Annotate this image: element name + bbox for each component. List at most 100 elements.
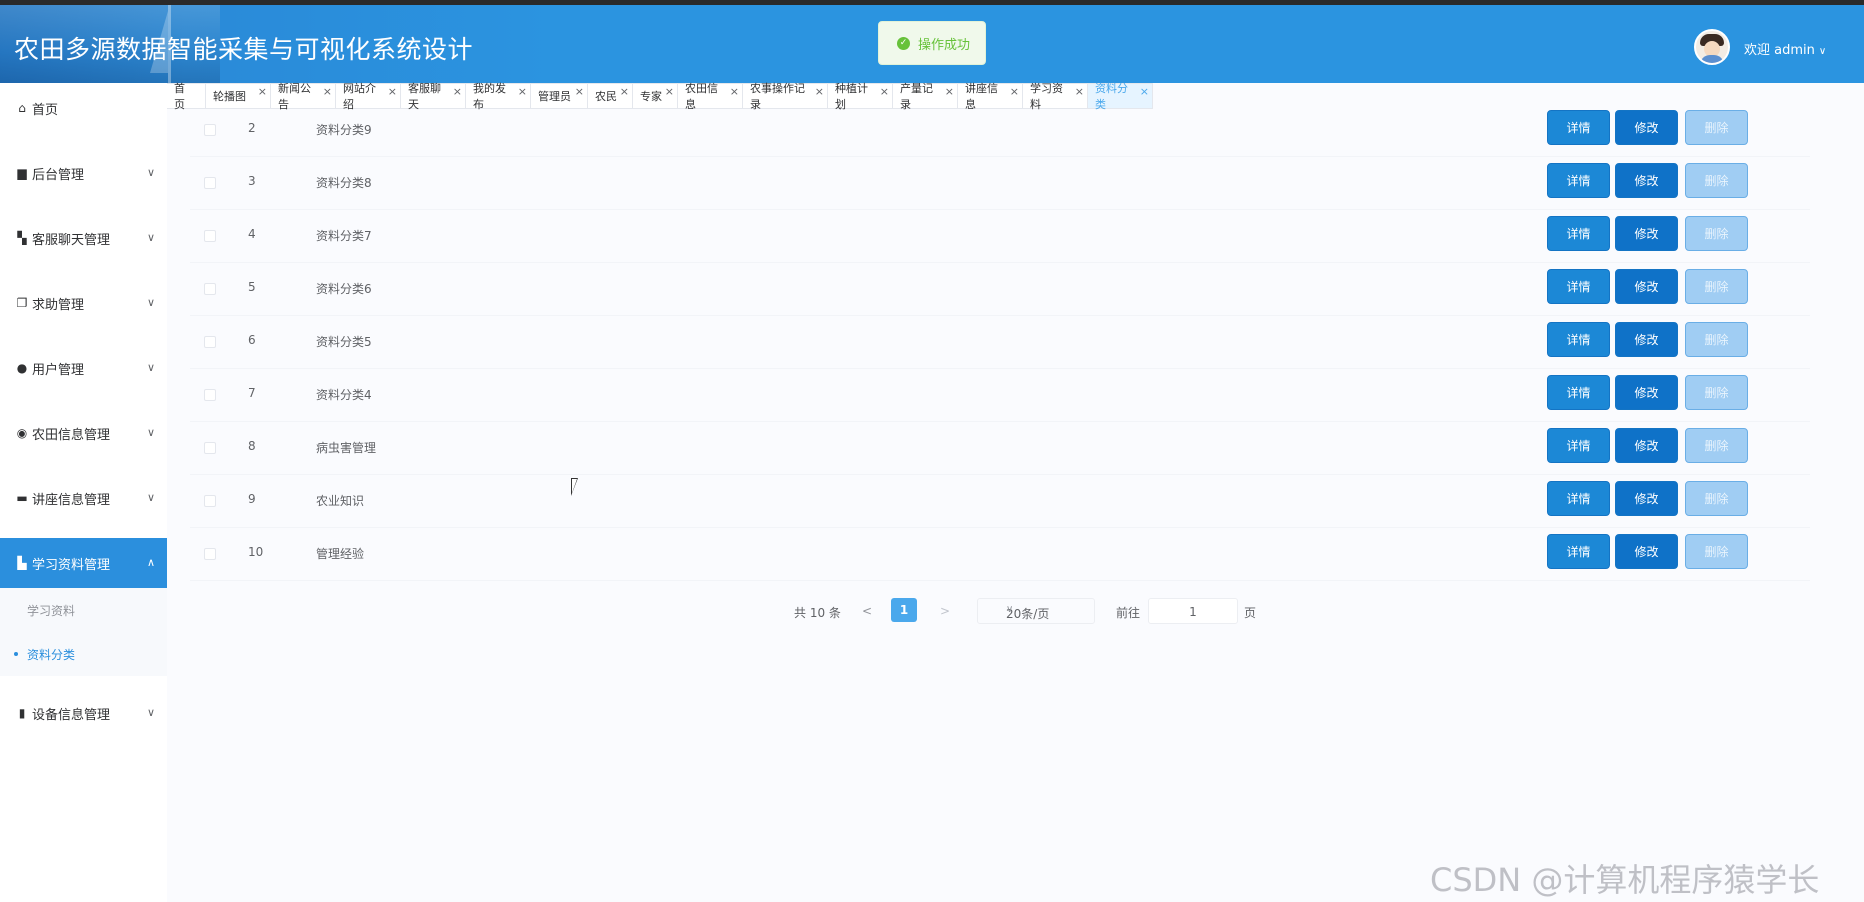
detail-button[interactable]: 详情: [1547, 216, 1610, 251]
tab-label: 管理员: [538, 90, 571, 103]
edit-button[interactable]: 修改: [1615, 322, 1678, 357]
page-size-select[interactable]: 20条/页 ∨: [977, 598, 1095, 624]
sidebar-item-lectures[interactable]: ▬ 讲座信息管理 ∨: [0, 473, 167, 523]
tab-label: 轮播图: [213, 90, 246, 103]
edit-button[interactable]: 修改: [1615, 110, 1678, 145]
close-icon[interactable]: ×: [388, 85, 397, 98]
row-index: 6: [248, 333, 256, 347]
close-icon[interactable]: ×: [1010, 85, 1019, 98]
close-icon[interactable]: ×: [453, 85, 462, 98]
close-icon[interactable]: ×: [665, 85, 674, 98]
edit-button[interactable]: 修改: [1615, 216, 1678, 251]
close-icon[interactable]: ×: [323, 85, 332, 98]
home-icon: ⌂: [18, 101, 26, 115]
row-checkbox[interactable]: [204, 336, 216, 348]
briefcase-icon: ▬: [16, 491, 28, 505]
detail-button[interactable]: 详情: [1547, 269, 1610, 304]
row-index: 9: [248, 492, 256, 506]
detail-button[interactable]: 详情: [1547, 375, 1610, 410]
row-index: 4: [248, 227, 256, 241]
close-icon[interactable]: ×: [620, 85, 629, 98]
delete-button[interactable]: 删除: [1685, 375, 1748, 410]
row-checkbox[interactable]: [204, 230, 216, 242]
close-icon[interactable]: ×: [258, 85, 267, 98]
delete-button[interactable]: 删除: [1685, 322, 1748, 357]
goto-page-input[interactable]: 1: [1148, 598, 1238, 624]
app-window: 农田多源数据智能采集与可视化系统设计 ✓ 操作成功 欢迎 admin ∨ ⌂ 首页…: [0, 5, 1864, 902]
close-icon[interactable]: ×: [575, 85, 584, 98]
detail-button[interactable]: 详情: [1547, 322, 1610, 357]
sidebar-item-users[interactable]: ● 用户管理 ∨: [0, 343, 167, 393]
category-name: 资料分类9: [316, 123, 372, 137]
pagination: 共 10 条 < 1 > 20条/页 ∨ 前往 1 页: [0, 596, 1864, 626]
sidebar-item-label: 求助管理: [32, 297, 85, 313]
table-row: 4 资料分类7 详情 修改 删除: [190, 210, 1810, 263]
detail-button[interactable]: 详情: [1547, 481, 1610, 516]
tab-label: 首页: [174, 82, 185, 111]
detail-button[interactable]: 详情: [1547, 163, 1610, 198]
close-icon[interactable]: ×: [1140, 85, 1149, 98]
submenu-item-categories[interactable]: 资料分类: [0, 632, 167, 676]
user-menu[interactable]: 欢迎 admin ∨: [1744, 39, 1826, 58]
close-icon[interactable]: ×: [815, 85, 824, 98]
edit-button[interactable]: 修改: [1615, 375, 1678, 410]
sidebar: ⌂ 首页 ▆ 后台管理 ∨ ▚ 客服聊天管理 ∨ ❐ 求助管理 ∨ ● 用户管理…: [0, 83, 167, 902]
row-checkbox[interactable]: [204, 283, 216, 295]
row-checkbox[interactable]: [204, 495, 216, 507]
row-checkbox[interactable]: [204, 548, 216, 560]
next-page-button[interactable]: >: [940, 604, 950, 618]
edit-button[interactable]: 修改: [1615, 163, 1678, 198]
edit-button[interactable]: 修改: [1615, 534, 1678, 569]
chevron-down-icon: ∨: [146, 361, 155, 374]
table-row: 2 资料分类9 详情 修改 删除: [190, 104, 1810, 157]
page-number-button[interactable]: 1: [891, 598, 917, 622]
delete-button[interactable]: 删除: [1685, 163, 1748, 198]
chevron-down-icon: ∨: [146, 491, 155, 504]
delete-button[interactable]: 删除: [1685, 428, 1748, 463]
close-icon[interactable]: ×: [945, 85, 954, 98]
chevron-down-icon: ∨: [1006, 604, 1014, 615]
chevron-down-icon: ∨: [146, 296, 155, 309]
user-icon: ●: [16, 361, 28, 375]
prev-page-button[interactable]: <: [862, 604, 872, 618]
detail-button[interactable]: 详情: [1547, 534, 1610, 569]
sidebar-item-home[interactable]: ⌂ 首页: [0, 83, 167, 133]
avatar[interactable]: [1694, 29, 1730, 65]
close-icon[interactable]: ×: [880, 85, 889, 98]
delete-button[interactable]: 删除: [1685, 269, 1748, 304]
edit-button[interactable]: 修改: [1615, 428, 1678, 463]
sidebar-item-help[interactable]: ❐ 求助管理 ∨: [0, 278, 167, 328]
total-count: 共 10 条: [794, 606, 841, 620]
row-index: 10: [248, 545, 264, 559]
close-icon[interactable]: ×: [518, 85, 527, 98]
sidebar-item-farmland[interactable]: ◉ 农田信息管理 ∨: [0, 408, 167, 458]
close-icon[interactable]: ×: [1075, 85, 1084, 98]
detail-button[interactable]: 详情: [1547, 428, 1610, 463]
delete-button[interactable]: 删除: [1685, 216, 1748, 251]
sidebar-item-materials[interactable]: ▙ 学习资料管理 ∧: [0, 538, 167, 588]
row-checkbox[interactable]: [204, 177, 216, 189]
sidebar-item-backend[interactable]: ▆ 后台管理 ∨: [0, 148, 167, 198]
close-icon[interactable]: ×: [730, 85, 739, 98]
chevron-down-icon: ∨: [146, 706, 155, 719]
sidebar-item-label: 后台管理: [32, 167, 85, 183]
delete-button[interactable]: 删除: [1685, 534, 1748, 569]
edit-button[interactable]: 修改: [1615, 269, 1678, 304]
row-checkbox[interactable]: [204, 389, 216, 401]
row-checkbox[interactable]: [204, 124, 216, 136]
category-name: 资料分类5: [316, 335, 372, 349]
sidebar-item-chat[interactable]: ▚ 客服聊天管理 ∨: [0, 213, 167, 263]
delete-button[interactable]: 删除: [1685, 481, 1748, 516]
detail-button[interactable]: 详情: [1547, 110, 1610, 145]
table-row: 6 资料分类5 详情 修改 删除: [190, 316, 1810, 369]
category-name: 资料分类8: [316, 176, 372, 190]
row-checkbox[interactable]: [204, 442, 216, 454]
table-row: 3 资料分类8 详情 修改 删除: [190, 157, 1810, 210]
table-row: 5 资料分类6 详情 修改 删除: [190, 263, 1810, 316]
sidebar-item-label: 农田信息管理: [32, 427, 111, 443]
category-name: 资料分类7: [316, 229, 372, 243]
delete-button[interactable]: 删除: [1685, 110, 1748, 145]
sidebar-item-devices[interactable]: ▮ 设备信息管理 ∨: [0, 688, 167, 738]
sidebar-item-label: 学习资料管理: [32, 557, 111, 573]
edit-button[interactable]: 修改: [1615, 481, 1678, 516]
